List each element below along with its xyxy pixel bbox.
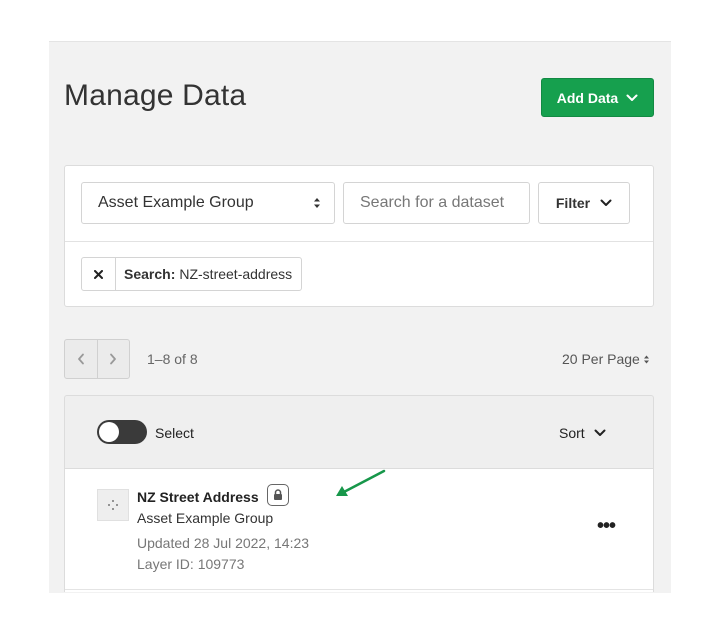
dataset-group: Asset Example Group xyxy=(137,510,274,526)
active-filter-chip: Search: NZ-street-address xyxy=(81,257,303,291)
filter-label: Filter xyxy=(555,195,591,211)
dataset-name[interactable]: NZ Street Address xyxy=(137,489,259,505)
sort-arrows-icon xyxy=(643,355,649,363)
row-divider xyxy=(65,589,653,590)
select-label: Select xyxy=(155,425,194,441)
chip-remove-button[interactable] xyxy=(82,258,116,290)
group-select-value: Asset Example Group xyxy=(98,194,254,211)
sort-label: Sort xyxy=(559,425,585,441)
select-toggle[interactable] xyxy=(97,420,147,444)
add-data-label: Add Data xyxy=(556,89,619,106)
arrow-icon xyxy=(336,469,386,496)
chip-value: NZ-street-address xyxy=(179,266,293,282)
chevron-right-icon xyxy=(110,353,117,365)
next-page-button[interactable] xyxy=(96,340,130,378)
sort-arrows-icon xyxy=(314,198,320,208)
per-page-select[interactable]: 20 Per Page xyxy=(562,351,650,367)
chevron-left-icon xyxy=(77,353,84,365)
card-divider xyxy=(65,241,653,242)
chip-text: Search: NZ-street-address xyxy=(116,258,301,290)
page-title: Manage Data xyxy=(64,79,247,112)
pagination-buttons xyxy=(64,339,130,379)
group-select[interactable]: Asset Example Group xyxy=(81,182,335,224)
list-header: Select Sort xyxy=(64,395,654,468)
chevron-down-icon xyxy=(626,94,638,101)
dataset-layer-id: Layer ID: 109773 xyxy=(137,556,245,572)
prev-page-button[interactable] xyxy=(65,340,97,378)
filter-card: Asset Example Group Filter Search: NZ-st… xyxy=(64,165,654,307)
more-options-button[interactable]: ••• xyxy=(597,516,616,536)
pagination-range: 1–8 of 8 xyxy=(147,351,198,367)
chevron-down-icon xyxy=(600,199,612,206)
search-input[interactable] xyxy=(343,182,530,224)
lock-icon xyxy=(267,484,289,506)
per-page-label: 20 Per Page xyxy=(562,351,640,367)
chevron-down-icon xyxy=(594,429,606,436)
chip-prefix: Search: xyxy=(124,266,176,282)
dataset-updated: Updated 28 Jul 2022, 14:23 xyxy=(137,535,310,551)
sort-button[interactable]: Sort xyxy=(559,425,606,441)
filter-button[interactable]: Filter xyxy=(538,182,630,224)
close-icon xyxy=(94,269,103,279)
toggle-knob xyxy=(99,422,119,442)
add-data-button[interactable]: Add Data xyxy=(541,78,654,117)
point-layer-icon xyxy=(97,489,129,521)
